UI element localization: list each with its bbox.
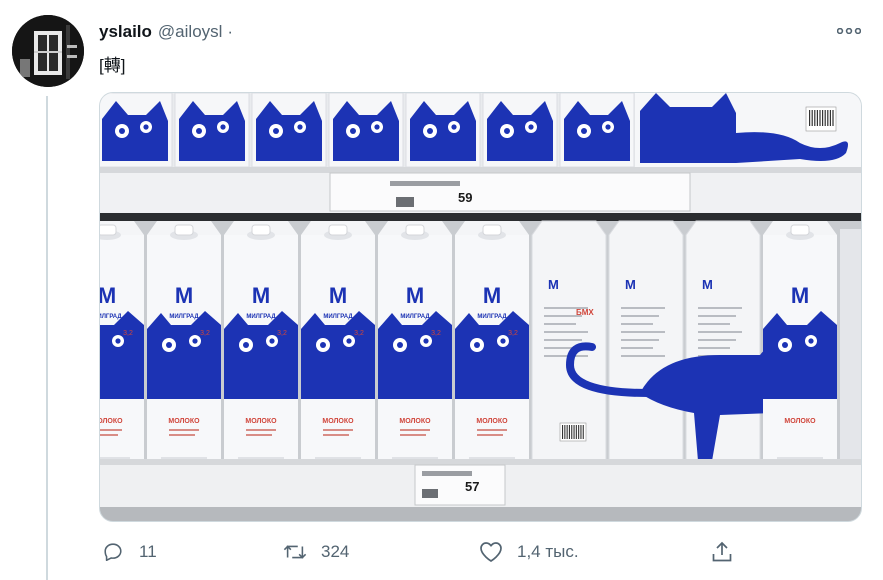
reply-button[interactable]: 11 [101, 536, 157, 568]
svg-text:МОЛОКО: МОЛОКО [399, 418, 431, 425]
svg-text:МИЛГРАД: МИЛГРАД [169, 314, 199, 320]
avatar-image [12, 15, 84, 87]
svg-text:3,2: 3,2 [123, 330, 133, 337]
svg-text:М: М [702, 277, 713, 292]
svg-text:М: М [625, 277, 636, 292]
share-icon [710, 540, 734, 564]
svg-text:МОЛОКО: МОЛОКО [100, 418, 123, 425]
svg-text:М: М [791, 283, 809, 308]
svg-text:М: М [252, 283, 270, 308]
tweet-media[interactable]: 59 М МИЛГРАД 3,2 МОЛОКО М МИЛГРАД 3,2 МОЛОКО М МИ… [99, 92, 862, 522]
svg-text:МОЛОКО: МОЛОКО [168, 418, 200, 425]
milk-shelf-photo: 59 М МИЛГРАД 3,2 МОЛОКО М МИЛГРАД 3,2 МОЛОКО М МИ… [100, 93, 861, 521]
svg-text:МИЛГРАД: МИЛГРАД [246, 314, 276, 320]
svg-text:3,2: 3,2 [508, 330, 518, 337]
reply-count: 11 [139, 542, 157, 561]
author-name[interactable]: yslailo [99, 22, 152, 42]
svg-text:МИЛГРАД: МИЛГРАД [100, 314, 122, 320]
svg-text:3,2: 3,2 [431, 330, 441, 337]
svg-text:МОЛОКО: МОЛОКО [322, 418, 354, 425]
tweet-header: yslailo @ailoysl · [99, 20, 233, 44]
svg-text:М: М [100, 283, 116, 308]
svg-text:МОЛОКО: МОЛОКО [245, 418, 277, 425]
retweet-button[interactable]: 324 [283, 536, 349, 568]
separator-dot: · [227, 22, 234, 41]
tweet-actions: 11 324 1,4 тыс. [99, 536, 862, 568]
retweet-count: 324 [321, 542, 350, 561]
svg-text:БМХ: БМХ [576, 308, 594, 317]
svg-text:М: М [406, 283, 424, 308]
svg-text:3,2: 3,2 [354, 330, 364, 337]
tweet-text: [轉] [99, 56, 126, 75]
svg-text:М: М [329, 283, 347, 308]
svg-text:МИЛГРАД: МИЛГРАД [400, 314, 430, 320]
svg-text:МОЛОКО: МОЛОКО [784, 418, 816, 425]
share-button[interactable] [710, 536, 734, 568]
author-handle[interactable]: @ailoysl [158, 22, 223, 42]
svg-text:3,2: 3,2 [277, 330, 287, 337]
svg-text:3,2: 3,2 [200, 330, 210, 337]
heart-icon [479, 540, 503, 564]
shelf-price-top: 59 [458, 190, 472, 205]
svg-text:М: М [483, 283, 501, 308]
svg-text:М: М [175, 283, 193, 308]
like-button[interactable]: 1,4 тыс. [479, 536, 579, 568]
svg-text:МИЛГРАД: МИЛГРАД [323, 314, 353, 320]
svg-text:МОЛОКО: МОЛОКО [476, 418, 508, 425]
more-options-icon[interactable] [835, 22, 863, 40]
thread-line [46, 96, 48, 580]
shelf-price-bottom: 57 [465, 479, 479, 494]
retweet-icon [283, 540, 307, 564]
svg-text:М: М [548, 277, 559, 292]
reply-icon [101, 540, 125, 564]
svg-text:МИЛГРАД: МИЛГРАД [477, 314, 507, 320]
avatar[interactable] [12, 15, 84, 87]
like-count: 1,4 тыс. [517, 542, 579, 561]
